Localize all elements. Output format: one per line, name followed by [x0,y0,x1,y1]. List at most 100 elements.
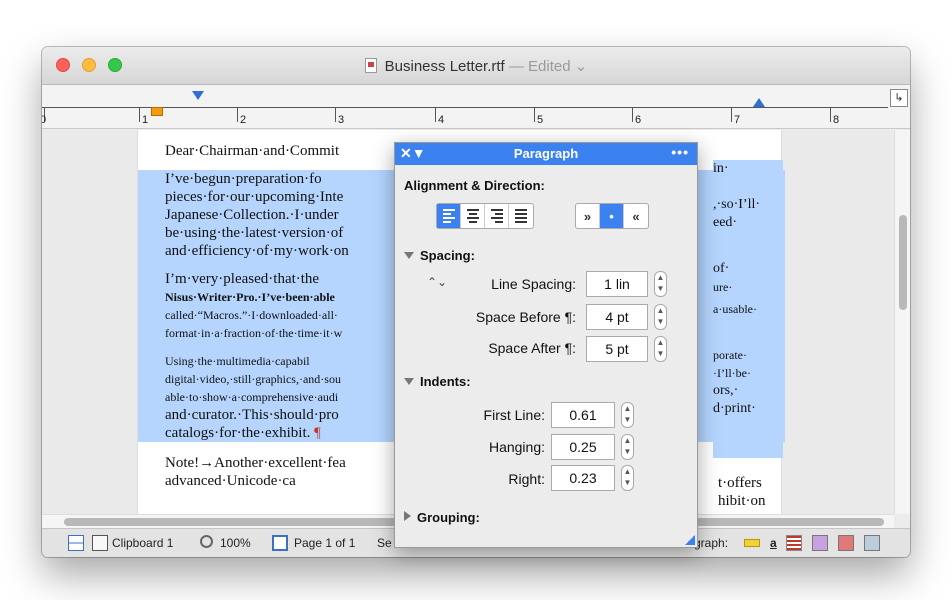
ruler-tick [830,108,831,122]
space-after-stepper[interactable]: ▲ ▼ [654,336,667,362]
ruler-tick [237,108,238,122]
text-fragment: a·usable· [713,302,757,316]
ruler-number: 3 [338,114,345,126]
space-before-field[interactable]: 4 pt [586,304,648,330]
ruler-tick [632,108,633,122]
disclosure-triangle-icon [404,511,411,521]
paragraph-palette: ✕▼ Paragraph ••• Alignment & Direction: … [394,142,698,548]
align-center-button[interactable] [461,204,485,228]
indents-section[interactable]: Indents: [404,374,471,389]
right-indent-marker[interactable] [753,98,765,107]
ruler-tick [731,108,732,122]
rtl-direction-button[interactable]: « [624,204,648,228]
ruler-tick [139,108,140,122]
text-fragment: ors,· [713,383,739,398]
palette-resize-handle[interactable] [685,535,695,545]
hanging-field[interactable]: 0.25 [551,434,615,460]
align-right-button[interactable] [485,204,509,228]
right-indent-stepper[interactable]: ▲ ▼ [621,465,634,491]
zoom-icon[interactable] [200,535,213,548]
vertical-scrollbar[interactable] [894,130,910,514]
highlight-icon[interactable] [838,535,854,551]
text-fragment: ,·so·I’ll· [713,197,761,212]
line-spacing-mode-icon[interactable]: ⌃⌄ [427,275,447,289]
text-fragment: hibit·on [718,493,766,509]
spacing-section[interactable]: Spacing: [404,248,475,263]
right-indent-label: Right: [508,471,545,487]
ruler-tick [335,108,336,122]
text-fragment: ·I’ll·be· [713,366,751,380]
indents-section-heading: Indents: [420,374,471,389]
zoom-level[interactable]: 100% [220,536,251,550]
hanging-stepper[interactable]: ▲ ▼ [621,434,634,460]
alignment-section-heading: Alignment & Direction: [404,178,545,193]
page-indicator[interactable]: Page 1 of 1 [294,536,355,550]
ruler-number: 7 [734,114,741,126]
page-icon[interactable] [272,535,288,551]
line-spacing-label: Line Spacing: [491,276,576,292]
alignment-buttons [436,203,534,229]
text-fragment: d·print· [713,401,756,416]
space-before-stepper[interactable]: ▲ ▼ [654,304,667,330]
tab-stop-button[interactable]: ↳ [890,89,908,107]
first-line-label: First Line: [483,407,545,423]
pilcrow-mark: ¶ [314,425,321,441]
ruler-tick [435,108,436,122]
palette-header[interactable]: ✕▼ Paragraph ••• [395,143,697,165]
clipboard-icon[interactable] [92,535,108,551]
palette-more-button[interactable]: ••• [671,144,689,160]
first-line-indent-marker[interactable] [192,91,204,100]
first-line-stepper[interactable]: ▲ ▼ [621,402,634,428]
ruler-number: 4 [438,114,445,126]
spacing-section-heading: Spacing: [420,248,475,263]
split-view-icon[interactable] [68,535,84,551]
clipboard-label[interactable]: Clipboard 1 [112,536,173,550]
ruler-number: 6 [635,114,642,126]
grouping-section-heading: Grouping: [417,510,480,525]
window-title: Business Letter.rtf — Edited ⌄ [42,57,910,75]
text-fragment: porate· [713,348,747,362]
ruler-tick [534,108,535,122]
ruler-baseline [42,107,888,108]
line-spacing-stepper[interactable]: ▲ ▼ [654,271,667,297]
ltr-direction-button[interactable]: » [576,204,600,228]
space-after-field[interactable]: 5 pt [586,336,648,362]
paragraph-style-indicator[interactable]: graph: [694,536,728,550]
text-line: catalogs·for·the·exhibit. [165,425,311,441]
text-fragment: eed· [713,215,738,230]
inspector-icon[interactable] [864,535,880,551]
palette-title: Paragraph [513,146,579,161]
note-right-edge: t·offers hibit·on [718,474,766,510]
grouping-section[interactable]: Grouping: [404,510,480,525]
align-left-button[interactable] [437,204,461,228]
space-before-label: Space Before ¶: [475,309,576,325]
disclosure-triangle-icon [404,252,414,259]
align-justify-button[interactable] [509,204,533,228]
left-indent-marker[interactable] [151,107,163,116]
direction-buttons: » • « [575,203,649,229]
ruler-number: 1 [142,114,149,126]
window-edited-status[interactable]: — Edited ⌄ [505,58,587,75]
auto-direction-button[interactable]: • [600,204,624,228]
ruler-number: 8 [833,114,840,126]
line-spacing-field[interactable]: 1 lin [586,271,648,297]
us-flag-icon[interactable] [786,535,802,551]
hanging-label: Hanging: [488,439,545,455]
ruler-toggle-icon[interactable] [744,539,760,547]
rtf-document-icon [364,58,377,73]
title-bar[interactable]: Business Letter.rtf — Edited ⌄ [42,47,910,85]
space-after-label: Space After ¶: [488,340,576,356]
text-fragment: t·offers [718,475,762,491]
ruler[interactable]: 0 1 2 3 4 5 6 7 8 ↳ [42,85,910,129]
section-indicator[interactable]: Se [377,536,392,550]
ruler-number: 0 [42,114,47,126]
text-fragment: of· [713,261,730,276]
ruler-number: 2 [240,114,247,126]
text-fragment: in· [713,161,729,176]
language-icon[interactable] [812,535,828,551]
vertical-scroll-thumb[interactable] [899,215,907,310]
right-indent-field[interactable]: 0.23 [551,465,615,491]
ruler-number: 5 [537,114,544,126]
first-line-field[interactable]: 0.61 [551,402,615,428]
font-icon[interactable]: a [770,536,777,550]
